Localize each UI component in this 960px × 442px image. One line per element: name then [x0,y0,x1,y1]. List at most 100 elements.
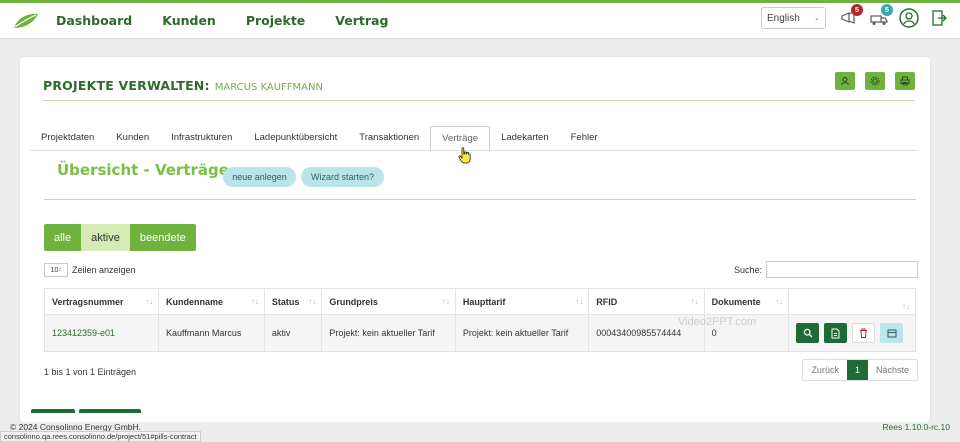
cell-actions [788,314,916,352]
tasks-badge: 5 [881,4,893,16]
top-navbar: Dashboard Kunden Projekte Vertrag Englis… [0,3,960,39]
status-bar-url: consolinno.qa.rees.consolinno.de/project… [0,431,201,442]
tab-kunden[interactable]: Kunden [105,126,160,150]
document-icon [831,328,840,338]
nav-kunden[interactable]: Kunden [162,13,216,28]
search-label: Suche: [733,264,762,275]
column-header[interactable]: Status ↑↓ [263,288,323,315]
user-circle-icon [899,8,919,28]
section-divider [44,199,916,200]
sort-icon: ↑↓ [308,296,317,306]
sort-icon: ↑↓ [690,296,699,306]
cell-base-price: Projekt: kein aktueller Tarif [321,314,456,352]
column-header-label: Grundpreis [329,296,378,307]
column-header-label: Dokumente [711,296,761,307]
view-button[interactable] [796,323,819,343]
row-actions [796,323,908,343]
printer-icon [900,76,910,86]
pagination: Zurück 1 Nächste [802,359,918,381]
tab-infrastrukturen[interactable]: Infrastrukturen [160,126,243,150]
contracts-table: Vertragsnummer ↑↓ Kundenname ↑↓ Status ↑↓ G… [43,288,916,352]
contract-filter-group: alle aktive beendete [44,224,196,251]
table-search: Suche: [734,261,918,278]
tab-ladekarten[interactable]: Ladekarten [490,126,560,150]
wizard-start-button[interactable]: Wizard starten? [301,167,384,187]
next-page-button[interactable]: Nächste [868,360,917,380]
contract-number-link[interactable]: 123412359-e01 [52,328,115,338]
column-header[interactable]: Grundpreis ↑↓ [321,288,456,315]
contracts-tab-panel: Übersicht - Verträge neue anlegen Wizard… [30,150,918,410]
page-title: PROJEKTE VERWALTEN: [43,78,210,93]
chevron-down-icon: ⌄ [814,15,820,22]
user-assign-button[interactable] [835,72,855,90]
print-button[interactable] [895,72,915,90]
sort-icon: ↑↓ [250,296,259,306]
logout-button[interactable] [928,7,950,29]
filter-ended-button[interactable]: beendete [129,224,196,251]
project-card: PROJEKTE VERWALTEN: MARCUS KAUFFMANN Pro… [20,57,930,422]
column-header-label: Haupttarif [462,296,506,307]
cut-off-button[interactable] [31,409,75,413]
filter-all-button[interactable]: alle [44,224,82,251]
search-input[interactable] [766,261,918,278]
filter-active-button[interactable]: aktive [81,224,130,251]
logout-icon [932,10,947,26]
column-header-label: Kundenname [166,296,224,307]
column-header-label: Status [271,296,300,307]
card-icon [887,329,896,337]
updown-icon: ↕ [58,267,62,273]
tab-transaktionen[interactable]: Transaktionen [348,126,430,150]
sort-icon: ↑↓ [575,296,584,306]
search-icon [803,328,812,338]
cut-off-button[interactable] [79,409,141,413]
column-header[interactable]: Dokumente ↑↓ [703,288,790,315]
nav-projekte[interactable]: Projekte [246,13,305,28]
page-length-label: Zeilen anzeigen [72,265,136,275]
nav-dashboard[interactable]: Dashboard [56,13,132,28]
tab-projektdaten[interactable]: Projektdaten [30,126,105,150]
project-tabs: Projektdaten Kunden Infrastrukturen Lade… [30,126,609,150]
customer-name: MARCUS KAUFFMANN [214,82,323,93]
sort-icon: ↑↓ [145,296,154,306]
column-header-label: Vertragsnummer [52,296,124,307]
cell-main-tariff: Projekt: kein aktueller Tarif [454,314,590,352]
column-header[interactable]: Haupttarif ↑↓ [454,288,590,315]
sort-icon: ↑↓ [902,301,910,311]
page-length-control: 10 ↕ Zeilen anzeigen [44,263,136,277]
tab-fehler[interactable]: Fehler [560,126,609,150]
language-value: English [767,12,800,24]
new-contract-button[interactable]: neue anlegen [223,167,296,187]
header-actions [825,72,915,90]
alerts-button[interactable]: 5 [838,4,863,29]
prev-page-button[interactable]: Zurück [803,360,847,380]
watermark: Video2PPT.com [678,316,757,328]
nav-right-tools: English ⌄ 5 5 [761,4,954,29]
sort-icon: ↑↓ [441,296,450,306]
user-icon [841,77,849,86]
trash-icon [860,328,867,338]
page-1-button[interactable]: 1 [846,360,868,380]
settings-button[interactable] [865,72,885,90]
main-nav: Dashboard Kunden Projekte Vertrag [56,13,418,28]
cell-contract-number[interactable]: 123412359-e01 [43,314,160,352]
consolinno-leaf-logo[interactable] [12,12,40,30]
column-header-actions[interactable]: ↑↓ [788,288,916,315]
language-select[interactable]: English ⌄ [761,7,826,29]
table-info: 1 bis 1 von 1 Einträgen [44,367,137,377]
column-header[interactable]: RFID ↑↓ [588,288,705,315]
footer: © 2024 Consolinno Energy GmbH. Rees 1.10… [0,422,960,442]
user-profile-button[interactable] [898,7,920,29]
column-header[interactable]: Vertragsnummer ↑↓ [43,288,160,315]
page-length-value: 10 [50,266,59,274]
page-length-select[interactable]: 10 ↕ [44,263,68,277]
card-button[interactable] [880,323,903,343]
column-header[interactable]: Kundenname ↑↓ [158,288,265,315]
delete-button[interactable] [852,323,875,343]
table-header-row: Vertragsnummer ↑↓ Kundenname ↑↓ Status ↑↓ G… [43,288,916,315]
gear-icon [870,76,880,86]
nav-vertrag[interactable]: Vertrag [335,13,388,28]
tab-ladepunktuebersicht[interactable]: Ladepunktübersicht [243,126,348,150]
tasks-button[interactable]: 5 [868,4,893,29]
hand-cursor-icon [458,147,471,164]
document-button[interactable] [824,323,847,343]
